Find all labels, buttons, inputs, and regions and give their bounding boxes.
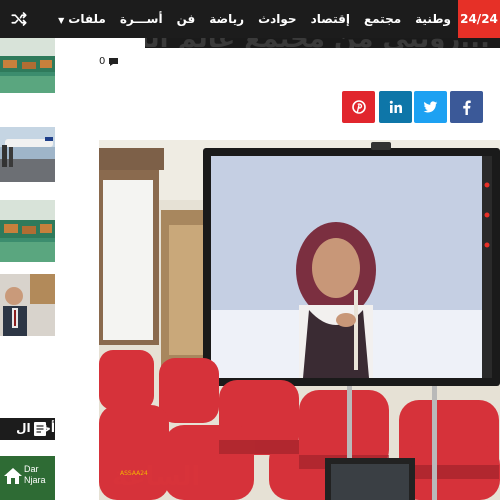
nav-item-society[interactable]: مجتمع	[357, 12, 408, 26]
document-icon	[34, 422, 46, 436]
nav-item-economy[interactable]: إقتصاد	[304, 12, 357, 26]
share-twitter-button[interactable]	[414, 91, 447, 123]
nav-item-art[interactable]: فن	[170, 12, 203, 26]
comment-count: 0	[99, 56, 106, 67]
facebook-icon	[463, 99, 471, 115]
article-title-banner: ...رؤيتي من مجتمع عالم الشغل	[145, 38, 500, 48]
logo-text-line1: Dar	[24, 464, 39, 474]
twitter-icon	[423, 100, 438, 112]
logo-text-line2: Njara	[24, 475, 46, 485]
sidebar-thumbnail[interactable]	[0, 200, 55, 262]
logo-text: Dar Njara	[24, 464, 46, 486]
article-title-fragment: ...رؤيتي من مجتمع عالم الشغل	[145, 38, 490, 48]
article-main-image	[99, 140, 500, 500]
top-navbar: 24/24 وطنية مجتمع إقتصاد حوادث رياضة فن …	[0, 0, 500, 38]
nav-brand-tab[interactable]: 24/24	[458, 0, 500, 38]
watermark-logo: الساعة	[112, 462, 201, 492]
nav-item-files[interactable]: ملفات▼	[51, 12, 113, 26]
chevron-down-icon: ▼	[58, 16, 65, 25]
pinterest-icon	[351, 100, 366, 114]
sidebar-thumbnail[interactable]	[0, 274, 55, 336]
shuffle-icon[interactable]	[10, 10, 28, 28]
comment-icon	[109, 57, 119, 66]
linkedin-icon	[389, 100, 402, 113]
sidebar-thumbnail[interactable]	[0, 38, 55, 93]
sidebar-logo-ad[interactable]: Dar Njara	[0, 456, 55, 500]
sidebar-thumbnail[interactable]	[0, 127, 55, 182]
nav-item-incidents[interactable]: حوادث	[251, 12, 304, 26]
thumbnail-image	[0, 127, 55, 182]
nav-item-national[interactable]: وطنية	[408, 12, 458, 26]
nav-item-sports[interactable]: رياضة	[202, 12, 251, 26]
share-facebook-button[interactable]	[450, 91, 483, 123]
thumbnail-image	[0, 274, 55, 336]
nav-menu: وطنية مجتمع إقتصاد حوادث رياضة فن أســـر…	[51, 0, 458, 38]
watermark-subtext: ASSAA24	[120, 470, 148, 477]
thumbnail-image	[0, 38, 55, 93]
thumbnail-image	[0, 200, 55, 262]
share-linkedin-button[interactable]	[379, 91, 412, 123]
conference-photo	[99, 140, 500, 500]
house-icon	[4, 468, 22, 484]
share-pinterest-button[interactable]	[342, 91, 375, 123]
nav-item-family[interactable]: أســـرة	[113, 12, 170, 26]
nav-item-files-label: ملفات	[68, 12, 106, 26]
comment-counter[interactable]: 0	[99, 56, 119, 67]
